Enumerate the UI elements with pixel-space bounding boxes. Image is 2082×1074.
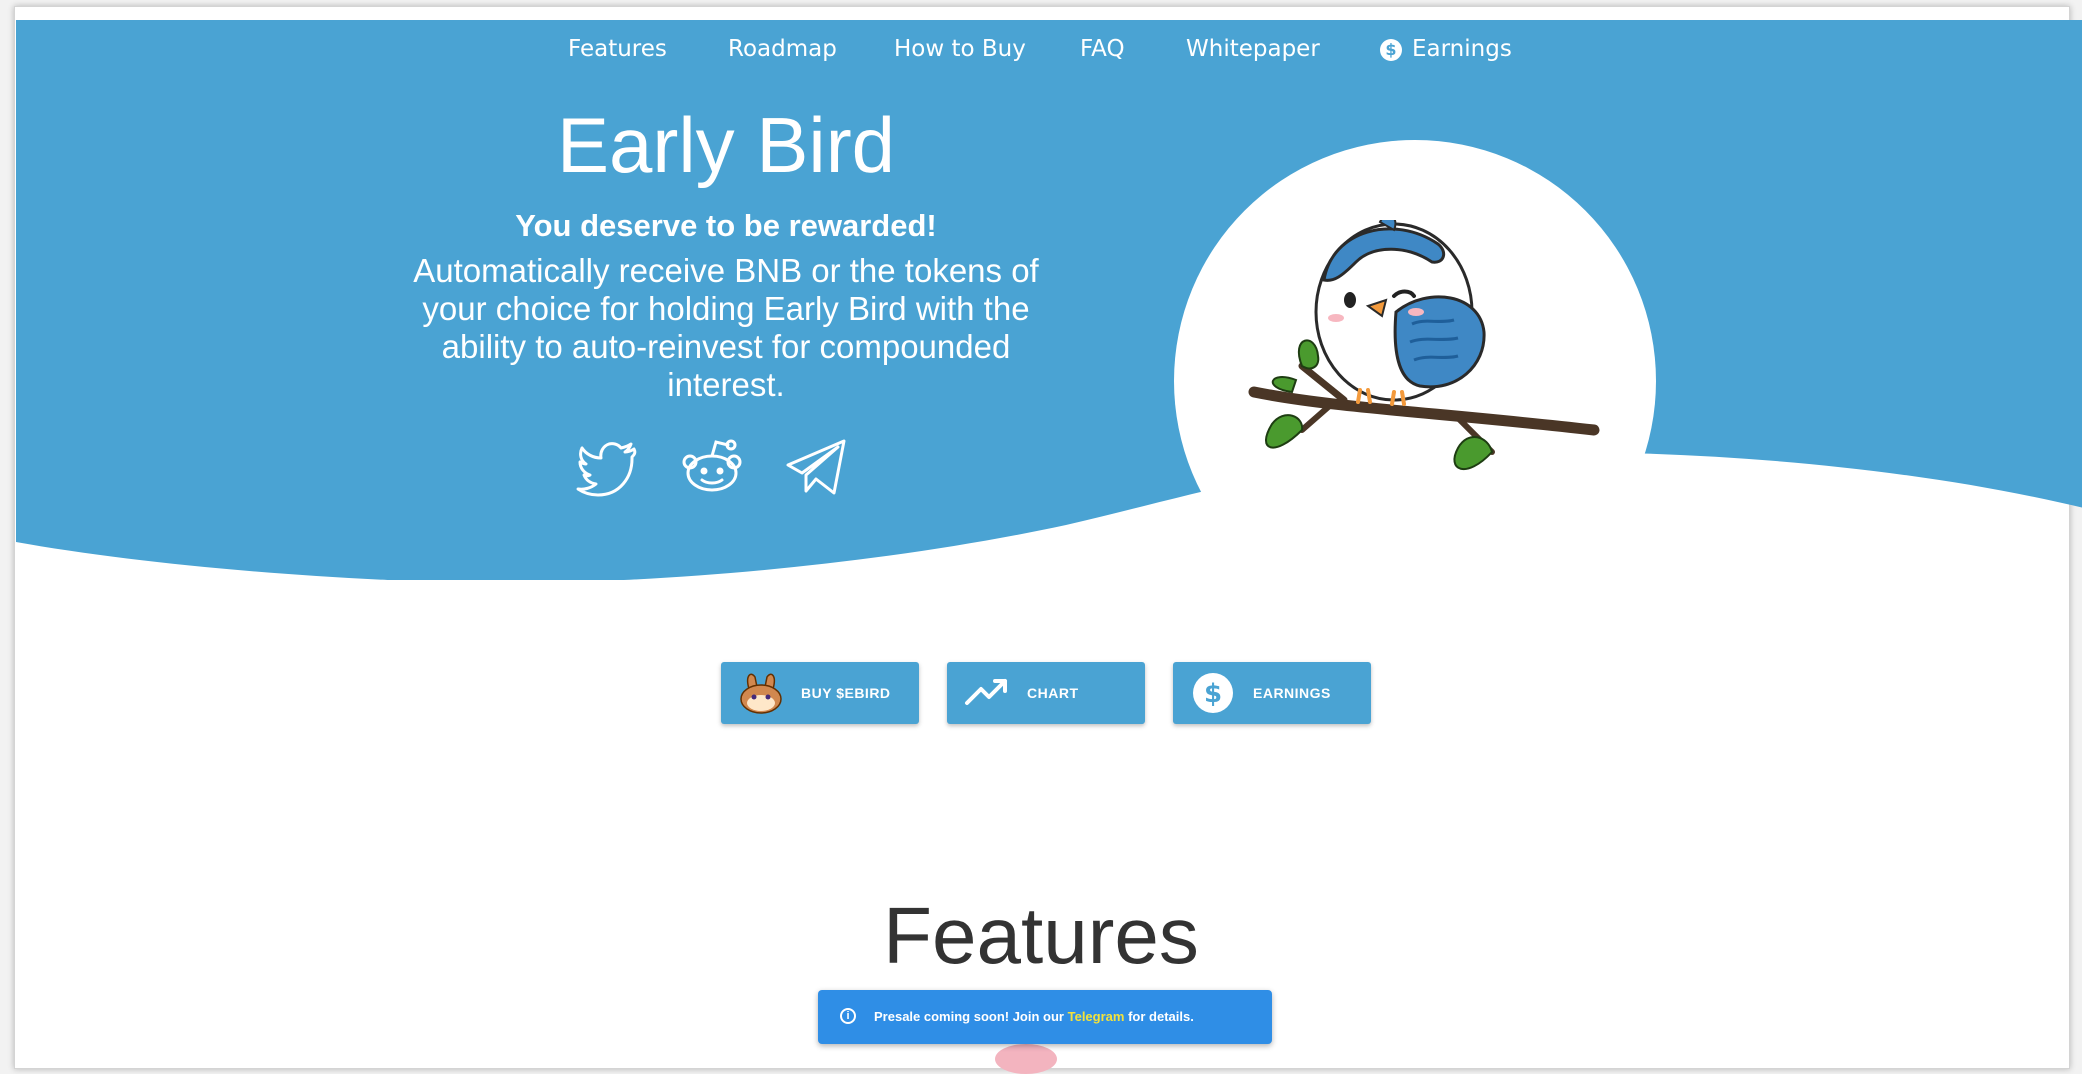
toast-message: Presale coming soon! Join our Telegram f… <box>874 990 1194 1044</box>
hero-subtitle: You deserve to be rewarded! <box>515 208 937 243</box>
twitter-icon[interactable] <box>576 435 640 499</box>
features-heading: Features <box>883 891 1199 980</box>
toast-text-after: for details. <box>1128 1009 1194 1024</box>
nav-link-earnings-label: Earnings <box>1412 36 1512 62</box>
dollar-circle-icon: $ <box>1193 673 1233 713</box>
buy-ebird-label: BUY $EBIRD <box>801 685 891 701</box>
telegram-icon[interactable] <box>784 435 848 499</box>
reddit-icon[interactable] <box>680 435 744 499</box>
toast-telegram-link[interactable]: Telegram <box>1068 1009 1125 1024</box>
hero-title: Early Bird <box>556 101 896 189</box>
nav-link-earnings[interactable]: $ Earnings <box>1380 36 1512 62</box>
chart-button[interactable]: CHART <box>947 662 1145 724</box>
hero-description: Automatically receive BNB or the tokens … <box>413 252 1039 403</box>
svg-text:$: $ <box>1204 679 1222 709</box>
chart-label: CHART <box>1027 685 1079 701</box>
buy-ebird-button[interactable]: BUY $EBIRD <box>721 662 919 724</box>
nav-link-how-to-buy[interactable]: How to Buy <box>894 36 1026 62</box>
dollar-circle-icon: $ <box>1380 39 1402 61</box>
nav-link-faq[interactable]: FAQ <box>1080 36 1125 62</box>
nav-link-roadmap[interactable]: Roadmap <box>728 36 837 62</box>
earnings-button[interactable]: $ EARNINGS <box>1173 662 1371 724</box>
bird-mascot-on-branch <box>1248 220 1600 471</box>
earnings-label: EARNINGS <box>1253 685 1331 701</box>
nav-link-whitepaper[interactable]: Whitepaper <box>1186 36 1320 62</box>
feature-illustration-peek <box>995 1044 1057 1074</box>
presale-toast: i Presale coming soon! Join our Telegram… <box>818 990 1272 1044</box>
hero-section: Features Roadmap How to Buy FAQ Whitepap… <box>16 20 2082 622</box>
trending-up-icon <box>965 679 1007 705</box>
top-nav: Features Roadmap How to Buy FAQ Whitepap… <box>16 36 2082 76</box>
toast-text-before: Presale coming soon! Join our <box>874 1009 1064 1024</box>
info-icon: i <box>840 1008 856 1024</box>
nav-link-features[interactable]: Features <box>568 36 667 62</box>
pancakeswap-bunny-icon <box>740 673 782 714</box>
